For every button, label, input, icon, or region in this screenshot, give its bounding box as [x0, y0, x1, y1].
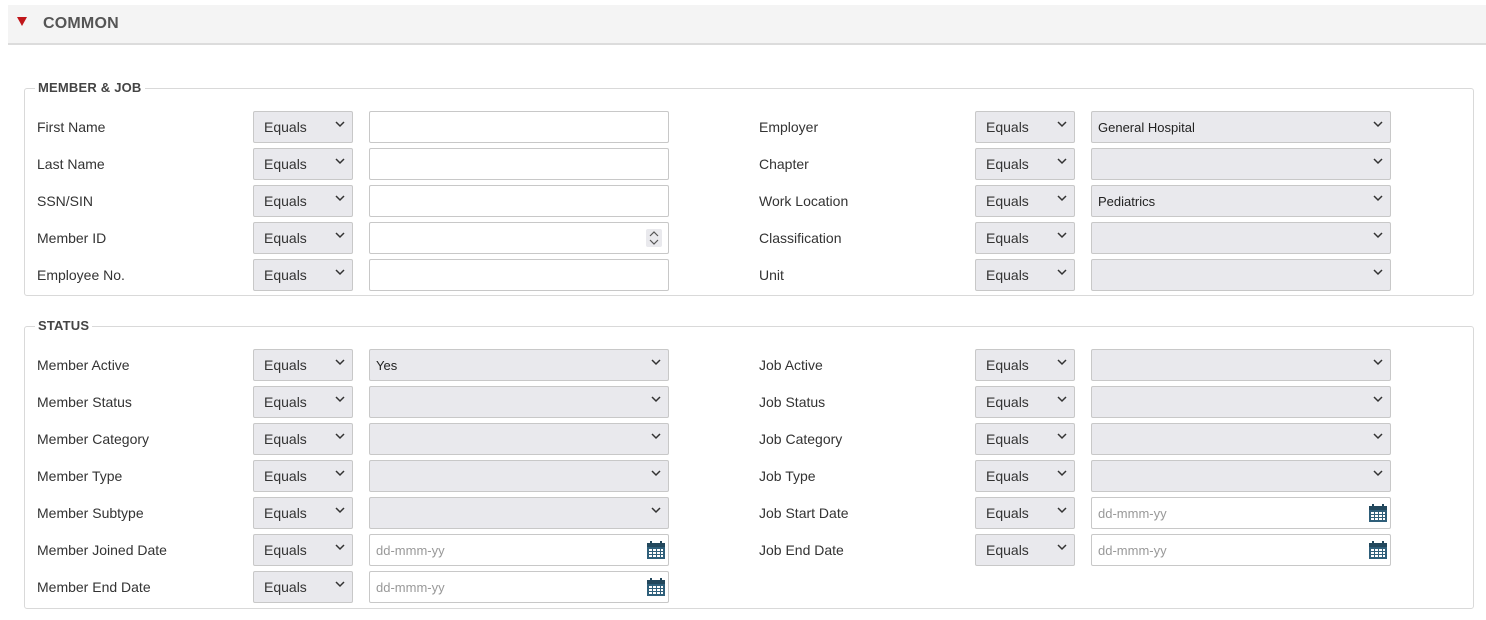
member-end-date-label: Member End Date: [37, 579, 151, 595]
job-type-label: Job Type: [759, 468, 816, 484]
job-start-date-filter-row: Job Start Date Equals dd-mmm-yy: [25, 497, 1475, 529]
status-legend: STATUS: [35, 318, 93, 334]
member-job-fieldset: MEMBER & JOB First Name Equals Last Name Eq…: [24, 80, 1475, 296]
operator-value: Equals: [986, 505, 1029, 521]
operator-value: Equals: [986, 357, 1029, 373]
operator-value: Equals: [986, 267, 1029, 283]
chapter-label: Chapter: [759, 156, 809, 172]
unit-operator-select[interactable]: Equals: [975, 259, 1075, 291]
chevron-down-icon: [1373, 469, 1383, 477]
chevron-down-icon: [1373, 268, 1383, 276]
member-end-date-operator-select[interactable]: Equals: [253, 571, 353, 603]
job-end-date-date-placeholder: dd-mmm-yy: [1098, 543, 1167, 558]
work-location-filter-row: Work Location Equals Pediatrics: [25, 185, 1475, 217]
operator-value: Equals: [986, 431, 1029, 447]
job-end-date-date-input[interactable]: dd-mmm-yy: [1091, 534, 1391, 566]
employer-filter-row: Employer Equals General Hospital: [25, 111, 1475, 143]
operator-value: Equals: [264, 579, 307, 595]
job-start-date-date-input[interactable]: dd-mmm-yy: [1091, 497, 1391, 529]
job-end-date-filter-row: Job End Date Equals dd-mmm-yy: [25, 534, 1475, 566]
chevron-down-icon: [1057, 506, 1067, 514]
section-title: COMMON: [43, 15, 119, 32]
job-active-label: Job Active: [759, 357, 823, 373]
status-fieldset: STATUS Member Active Equals Yes Member Stat…: [24, 318, 1475, 609]
job-active-filter-row: Job Active Equals: [25, 349, 1475, 381]
job-status-value-select[interactable]: [1091, 386, 1391, 418]
chevron-down-icon: [1057, 268, 1067, 276]
member-job-legend: MEMBER & JOB: [35, 80, 145, 96]
unit-value-select[interactable]: [1091, 259, 1391, 291]
chevron-down-icon: [1057, 469, 1067, 477]
job-status-label: Job Status: [759, 394, 826, 410]
job-active-value-select[interactable]: [1091, 349, 1391, 381]
job-type-operator-select[interactable]: Equals: [975, 460, 1075, 492]
operator-value: Equals: [986, 468, 1029, 484]
work-location-value-select[interactable]: Pediatrics: [1091, 185, 1391, 217]
job-start-date-operator-select[interactable]: Equals: [975, 497, 1075, 529]
classification-filter-row: Classification Equals: [25, 222, 1475, 254]
job-category-filter-row: Job Category Equals: [25, 423, 1475, 455]
job-type-filter-row: Job Type Equals: [25, 460, 1475, 492]
operator-value: Equals: [986, 193, 1029, 209]
job-start-date-label: Job Start Date: [759, 505, 849, 521]
chevron-down-icon: [1057, 432, 1067, 440]
chevron-down-icon: [1373, 432, 1383, 440]
employer-value-select[interactable]: General Hospital: [1091, 111, 1391, 143]
chevron-down-icon: [1057, 157, 1067, 165]
job-end-date-label: Job End Date: [759, 542, 844, 558]
chevron-down-icon: [335, 580, 345, 588]
job-category-label: Job Category: [759, 431, 843, 447]
common-section-header[interactable]: COMMON: [8, 5, 1486, 45]
employer-label: Employer: [759, 119, 819, 135]
work-location-label: Work Location: [759, 193, 849, 209]
chevron-down-icon: [1057, 543, 1067, 551]
chapter-operator-select[interactable]: Equals: [975, 148, 1075, 180]
chevron-down-icon: [1373, 231, 1383, 239]
calendar-icon[interactable]: [1368, 540, 1388, 563]
chevron-down-icon: [1373, 194, 1383, 202]
chevron-down-icon: [1373, 120, 1383, 128]
work-location-operator-select[interactable]: Equals: [975, 185, 1075, 217]
chevron-down-icon: [1373, 157, 1383, 165]
chevron-down-icon: [1057, 120, 1067, 128]
chevron-down-icon: [1057, 358, 1067, 366]
unit-filter-row: Unit Equals: [25, 259, 1475, 291]
chevron-down-icon: [1373, 358, 1383, 366]
operator-value: Equals: [986, 394, 1029, 410]
job-type-value-select[interactable]: [1091, 460, 1391, 492]
job-active-operator-select[interactable]: Equals: [975, 349, 1075, 381]
collapse-triangle-icon[interactable]: [17, 17, 27, 26]
employer-operator-select[interactable]: Equals: [975, 111, 1075, 143]
operator-value: Equals: [986, 542, 1029, 558]
chevron-down-icon: [1057, 194, 1067, 202]
operator-value: Equals: [986, 156, 1029, 172]
member-end-date-date-input[interactable]: dd-mmm-yy: [369, 571, 669, 603]
operator-value: Equals: [986, 119, 1029, 135]
unit-label: Unit: [759, 267, 784, 283]
classification-value-select[interactable]: [1091, 222, 1391, 254]
job-category-value-select[interactable]: [1091, 423, 1391, 455]
job-status-filter-row: Job Status Equals: [25, 386, 1475, 418]
calendar-icon[interactable]: [646, 577, 666, 600]
chevron-down-icon: [1373, 395, 1383, 403]
chapter-value-select[interactable]: [1091, 148, 1391, 180]
employer-selected-value: General Hospital: [1098, 120, 1195, 135]
operator-value: Equals: [986, 230, 1029, 246]
job-start-date-date-placeholder: dd-mmm-yy: [1098, 506, 1167, 521]
job-status-operator-select[interactable]: Equals: [975, 386, 1075, 418]
chapter-filter-row: Chapter Equals: [25, 148, 1475, 180]
member-end-date-date-placeholder: dd-mmm-yy: [376, 580, 445, 595]
work-location-selected-value: Pediatrics: [1098, 194, 1156, 209]
member-end-date-filter-row: Member End Date Equals dd-mmm-yy: [25, 571, 1475, 603]
job-category-operator-select[interactable]: Equals: [975, 423, 1075, 455]
job-end-date-operator-select[interactable]: Equals: [975, 534, 1075, 566]
calendar-icon[interactable]: [1368, 503, 1388, 526]
chevron-down-icon: [1057, 395, 1067, 403]
chevron-down-icon: [1057, 231, 1067, 239]
classification-operator-select[interactable]: Equals: [975, 222, 1075, 254]
classification-label: Classification: [759, 230, 842, 246]
